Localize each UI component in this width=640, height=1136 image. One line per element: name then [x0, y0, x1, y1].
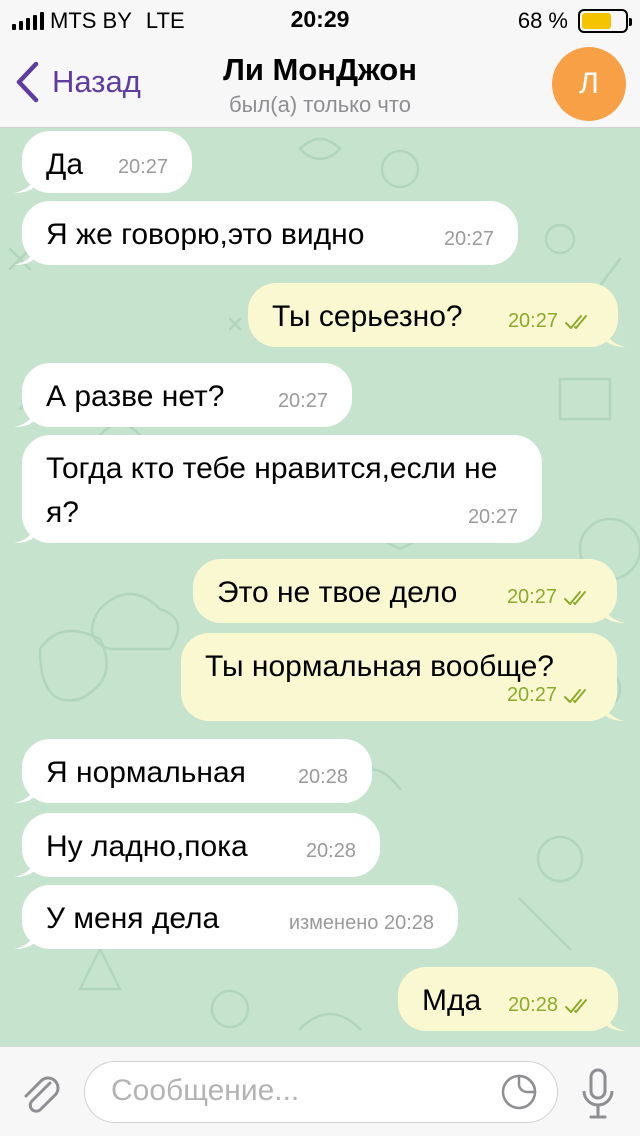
message-text: У меня дела [46, 902, 220, 935]
bubble-tail [14, 243, 36, 265]
incoming-message[interactable]: Я нормальная 20:28 [14, 739, 372, 803]
message-time: 20:27 [467, 506, 518, 528]
last-seen-status: был(а) только что [229, 92, 411, 117]
read-checkmarks-icon [565, 998, 587, 1013]
status-bar: MTS BY LTE 20:29 68 % [0, 0, 640, 40]
read-checkmarks-icon [565, 314, 587, 329]
message-time: 20:27 [506, 684, 557, 706]
message-meta: изменено 20:28 [289, 912, 434, 935]
avatar-letter: Л [579, 67, 599, 100]
read-checkmarks-icon [564, 688, 586, 703]
outgoing-message[interactable]: Это не твое дело 20:27 [193, 559, 625, 623]
bubble-tail [14, 855, 36, 877]
outgoing-message[interactable]: Ты нормальная вообще? 20:27 [181, 633, 625, 721]
message-input[interactable] [111, 1062, 491, 1120]
outgoing-message[interactable]: Ты серьезно? 20:27 [248, 283, 626, 347]
message-meta: 20:27 [507, 586, 593, 609]
message-text: Ну ладно,пока [46, 830, 248, 863]
message-meta: 20:28 [306, 840, 356, 863]
message-text: Ты серьезно? [272, 300, 463, 333]
message-time: 20:28 [305, 840, 356, 862]
message-meta: 20:27 [507, 684, 593, 707]
paperclip-icon[interactable] [16, 1069, 64, 1117]
read-checkmarks-icon [564, 590, 586, 605]
bubble-tail [14, 405, 36, 427]
outgoing-message[interactable]: Мда 20:28 [398, 967, 626, 1031]
message-time: 20:28 [297, 766, 348, 788]
message-time: 20:27 [506, 586, 557, 608]
composer-bar [0, 1046, 640, 1136]
message-text: Тогда кто тебе нравится,если не я? [46, 452, 498, 529]
message-meta: 20:28 [298, 766, 348, 789]
message-meta: 20:27 [508, 310, 594, 333]
bubble-tail [14, 521, 36, 543]
chat-header: Назад Ли МонДжон был(а) только что Л [0, 40, 640, 128]
message-time: 20:27 [507, 310, 558, 332]
bubble-tail [604, 325, 626, 347]
status-right: 68 % [517, 8, 632, 34]
message-meta: 20:27 [118, 156, 168, 179]
bubble-tail [603, 699, 625, 721]
message-text: Мда [422, 984, 482, 1017]
bubble-tail [14, 927, 36, 949]
message-text: Я же говорю,это видно [46, 218, 365, 251]
bubble-tail [14, 781, 36, 803]
bubble-tail [603, 601, 625, 623]
message-text: Да [46, 148, 84, 181]
message-list[interactable]: Да 20:27 Я же говорю,это видно 20:27 Ты серь… [0, 129, 640, 1046]
sticker-icon[interactable] [499, 1072, 539, 1112]
message-meta: 20:27 [468, 506, 518, 529]
incoming-message[interactable]: Да 20:27 [14, 131, 192, 193]
message-meta: 20:28 [508, 994, 594, 1017]
incoming-message[interactable]: А разве нет? 20:27 [14, 363, 352, 427]
incoming-message[interactable]: Тогда кто тебе нравится,если не я? 20:27 [14, 435, 542, 543]
incoming-message[interactable]: У меня дела изменено 20:28 [14, 885, 458, 949]
microphone-icon[interactable] [580, 1067, 616, 1121]
message-meta: 20:27 [278, 390, 328, 413]
avatar[interactable]: Л [552, 47, 626, 121]
message-time: изменено 20:28 [288, 912, 434, 934]
bubble-tail [14, 171, 36, 193]
bubble-tail [604, 1009, 626, 1031]
incoming-message[interactable]: Я же говорю,это видно 20:27 [14, 201, 518, 265]
chat-title[interactable]: Ли МонДжон [0, 52, 640, 88]
incoming-message[interactable]: Ну ладно,пока 20:28 [14, 813, 380, 877]
message-meta: 20:27 [444, 228, 494, 251]
battery-icon [578, 9, 632, 33]
message-text: Это не твое дело [217, 576, 458, 609]
message-text: Ты нормальная вообще? [205, 650, 554, 683]
message-time: 20:28 [507, 994, 558, 1016]
message-time: 20:27 [277, 390, 328, 412]
message-time: 20:27 [117, 156, 168, 178]
message-time: 20:27 [443, 228, 494, 250]
battery-fill [582, 13, 611, 29]
message-field [84, 1061, 558, 1123]
battery-percent-label: 68 % [517, 8, 568, 33]
message-text: Я нормальная [46, 756, 246, 789]
message-text: А разве нет? [46, 380, 225, 413]
